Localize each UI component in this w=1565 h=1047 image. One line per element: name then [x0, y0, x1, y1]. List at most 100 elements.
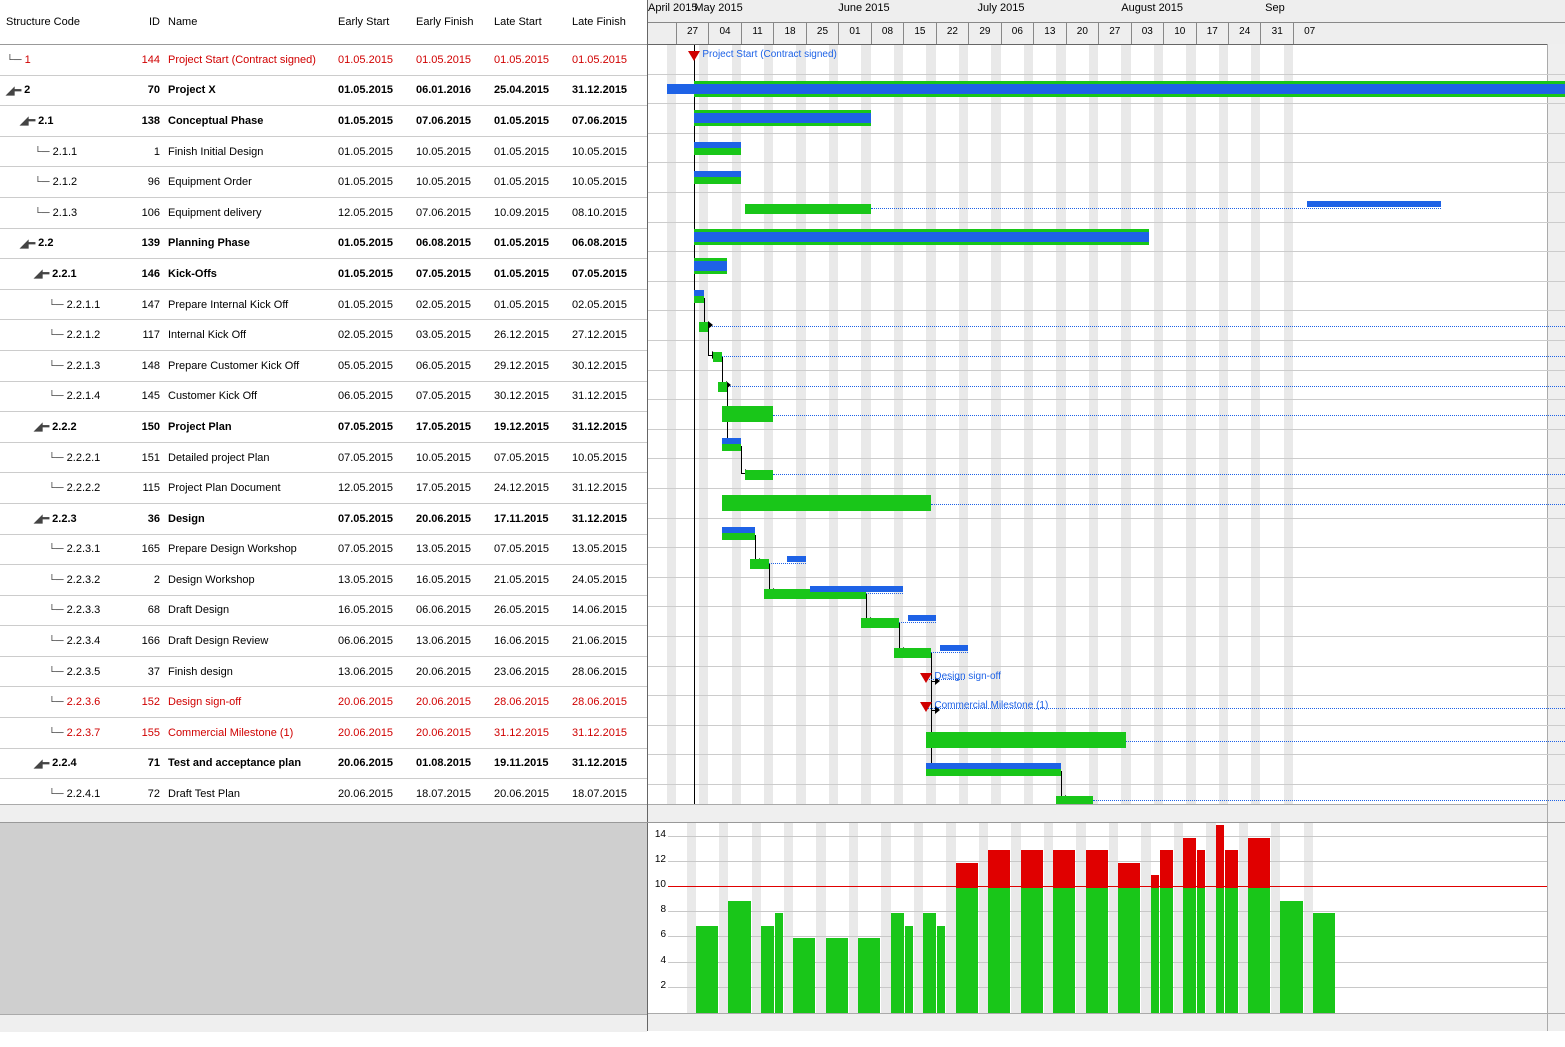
histogram-hscrollbar[interactable]: [648, 1013, 1548, 1031]
gantt-vscrollbar[interactable]: [1547, 44, 1565, 822]
histogram-bar[interactable]: [761, 926, 774, 1014]
histogram-bar[interactable]: [1086, 850, 1108, 1014]
histogram-bar[interactable]: [1216, 825, 1224, 1014]
resource-histogram-row: 2468101214: [0, 823, 1565, 1031]
table-row[interactable]: └─ 1144Project Start (Contract signed)01…: [0, 45, 647, 76]
task-table-hscrollbar[interactable]: [0, 804, 647, 822]
float-line: [769, 563, 806, 564]
histogram-bar[interactable]: [793, 938, 815, 1014]
gantt-area[interactable]: Project Start (Contract signed)Design si…: [648, 45, 1565, 804]
histogram-bar[interactable]: [905, 926, 913, 1014]
task-bar[interactable]: [894, 648, 931, 658]
milestone-icon[interactable]: [920, 673, 932, 683]
table-row[interactable]: ◢━ 270Project X01.05.201506.01.201625.04…: [0, 76, 647, 107]
week-label: 22: [936, 22, 968, 44]
histogram-bar[interactable]: [1197, 850, 1205, 1014]
col-header-latestart[interactable]: Late Start: [490, 16, 568, 28]
summary-bar[interactable]: [722, 495, 931, 511]
histogram-bar[interactable]: [937, 926, 945, 1014]
summary-bar[interactable]: [722, 406, 773, 422]
histogram-bar[interactable]: [956, 863, 978, 1014]
histogram-bar[interactable]: [696, 926, 718, 1014]
col-header-name[interactable]: Name: [164, 16, 334, 28]
histogram-ytick: 10: [648, 879, 666, 890]
table-row[interactable]: └─ 2.2.3.1165Prepare Design Workshop07.0…: [0, 535, 647, 566]
table-row[interactable]: └─ 2.2.1.4145Customer Kick Off06.05.2015…: [0, 382, 647, 413]
table-row[interactable]: └─ 2.2.3.7155Commercial Milestone (1)20.…: [0, 718, 647, 749]
float-line: [931, 504, 1565, 505]
task-table-header: Structure Code ID Name Early Start Early…: [0, 0, 647, 45]
histogram-bar[interactable]: [1248, 838, 1270, 1014]
histogram-bar[interactable]: [1118, 863, 1140, 1014]
task-bar[interactable]: [699, 322, 708, 332]
month-label: July 2015: [977, 2, 1024, 14]
late-bar: [926, 763, 1061, 769]
col-header-latefinish[interactable]: Late Finish: [568, 16, 646, 28]
table-row[interactable]: └─ 2.2.1.3148Prepare Customer Kick Off05…: [0, 351, 647, 382]
histogram-vscrollbar[interactable]: [1547, 823, 1565, 1014]
table-row[interactable]: └─ 2.2.1.1147Prepare Internal Kick Off01…: [0, 290, 647, 321]
table-row[interactable]: ◢━ 2.1138Conceptual Phase01.05.201507.06…: [0, 106, 647, 137]
table-row[interactable]: ◢━ 2.2139Planning Phase01.05.201506.08.2…: [0, 229, 647, 260]
task-bar[interactable]: [745, 470, 773, 480]
col-header-id[interactable]: ID: [126, 16, 164, 28]
month-label: May 2015: [694, 2, 742, 14]
table-row[interactable]: └─ 2.2.3.22Design Workshop13.05.201516.0…: [0, 565, 647, 596]
histogram-left-hscrollbar[interactable]: [0, 1014, 647, 1032]
milestone-icon[interactable]: [920, 702, 932, 712]
table-row[interactable]: └─ 2.2.1.2117Internal Kick Off02.05.2015…: [0, 320, 647, 351]
task-bar[interactable]: [861, 618, 898, 628]
histogram-bar[interactable]: [923, 913, 936, 1014]
col-header-earlyfinish[interactable]: Early Finish: [412, 16, 490, 28]
histogram-bar[interactable]: [1225, 850, 1238, 1014]
histogram-bar[interactable]: [826, 938, 848, 1014]
histogram-bar[interactable]: [858, 938, 880, 1014]
histogram-ytick: 4: [648, 955, 666, 966]
table-row[interactable]: └─ 2.2.3.4166Draft Design Review06.06.20…: [0, 626, 647, 657]
col-header-earlystart[interactable]: Early Start: [334, 16, 412, 28]
week-label: 17: [1196, 22, 1228, 44]
table-row[interactable]: └─ 2.2.3.537Finish design13.06.201520.06…: [0, 657, 647, 688]
histogram-bar[interactable]: [1313, 913, 1335, 1014]
table-row[interactable]: └─ 2.2.3.368Draft Design16.05.201506.06.…: [0, 596, 647, 627]
gantt-timescale[interactable]: April 2015May 2015June 2015July 2015Augu…: [648, 0, 1565, 45]
table-row[interactable]: └─ 2.2.2.1151Detailed project Plan07.05.…: [0, 443, 647, 474]
float-line: [727, 386, 1565, 387]
table-row[interactable]: ◢━ 2.2.471Test and acceptance plan20.06.…: [0, 749, 647, 780]
summary-bar[interactable]: [926, 732, 1126, 748]
late-bar: [1307, 201, 1442, 207]
table-row[interactable]: ◢━ 2.2.2150Project Plan07.05.201517.05.2…: [0, 412, 647, 443]
task-bar[interactable]: [713, 352, 722, 362]
table-row[interactable]: ◢━ 2.2.1146Kick-Offs01.05.201507.05.2015…: [0, 259, 647, 290]
table-row[interactable]: └─ 2.2.2.2115Project Plan Document12.05.…: [0, 473, 647, 504]
histogram-bar[interactable]: [1021, 850, 1043, 1014]
col-header-structure[interactable]: Structure Code: [0, 16, 126, 28]
histogram-bar[interactable]: [1280, 901, 1302, 1014]
histogram-bar[interactable]: [891, 913, 904, 1014]
task-bar[interactable]: [718, 382, 727, 392]
table-row[interactable]: └─ 2.1.11Finish Initial Design01.05.2015…: [0, 137, 647, 168]
histogram-bar[interactable]: [1160, 850, 1173, 1014]
histogram-bar[interactable]: [1183, 838, 1196, 1014]
histogram-bar[interactable]: [1053, 850, 1075, 1014]
month-label: August 2015: [1121, 2, 1183, 14]
table-row[interactable]: └─ 2.2.3.6152Design sign-off20.06.201520…: [0, 687, 647, 718]
histogram-bar[interactable]: [728, 901, 750, 1014]
table-row[interactable]: └─ 2.2.4.172Draft Test Plan20.06.201518.…: [0, 779, 647, 804]
table-row[interactable]: └─ 2.1.3106Equipment delivery12.05.20150…: [0, 198, 647, 229]
histogram-bar[interactable]: [775, 913, 783, 1014]
task-bar[interactable]: [1056, 796, 1093, 804]
histogram-bar[interactable]: [1151, 875, 1159, 1014]
task-bar[interactable]: [745, 204, 870, 214]
gantt-hscrollbar[interactable]: [648, 804, 1565, 822]
week-label: 15: [903, 22, 935, 44]
week-label: 01: [838, 22, 870, 44]
task-bar[interactable]: [750, 559, 769, 569]
milestone-icon[interactable]: [688, 51, 700, 61]
histogram-bar[interactable]: [988, 850, 1010, 1014]
histogram-area[interactable]: 2468101214: [668, 823, 1548, 1014]
table-row[interactable]: ◢━ 2.2.336Design07.05.201520.06.201517.1…: [0, 504, 647, 535]
milestone-label: Project Start (Contract signed): [702, 49, 837, 60]
app-root: Structure Code ID Name Early Start Early…: [0, 0, 1565, 1047]
table-row[interactable]: └─ 2.1.296Equipment Order01.05.201510.05…: [0, 167, 647, 198]
